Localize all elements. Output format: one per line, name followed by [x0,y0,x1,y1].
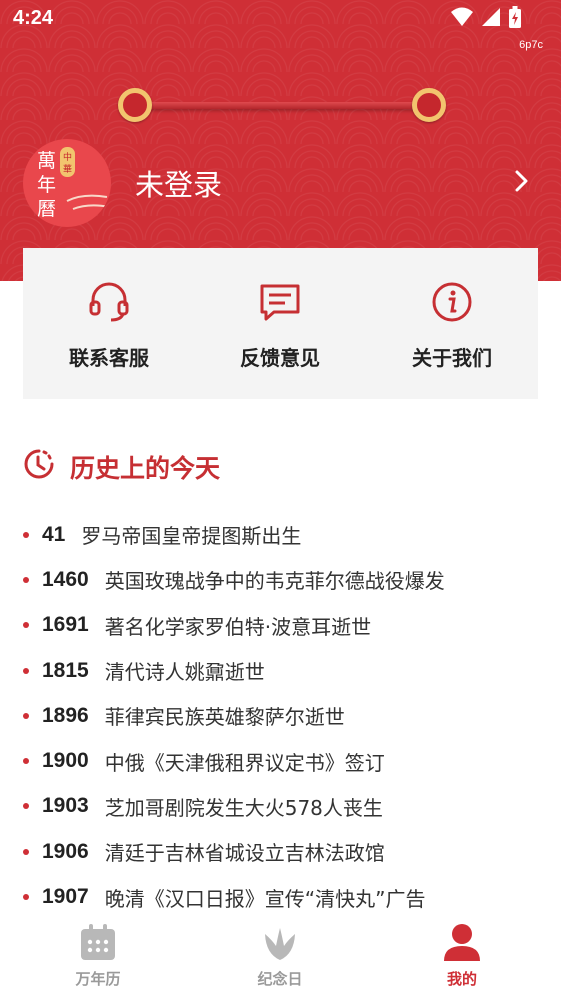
bullet-dot [23,894,29,901]
decorative-ribbon [118,88,446,122]
bullet-dot [23,667,29,674]
contact-service-button[interactable]: 联系客服 [23,278,195,371]
person-icon [444,924,480,961]
event-year: 1906 [42,839,89,863]
nav-tab-calendar[interactable]: 万年历 [38,922,158,989]
bullet-dot [23,576,29,583]
calendar-logo: 萬 年 曆 中 華 [37,147,110,220]
about-us-button[interactable]: 关于我们 [366,278,538,371]
login-status[interactable]: 未登录 [135,162,222,204]
event-year: 41 [42,522,66,546]
history-event[interactable]: 1691 著名化学家罗伯特·波意耳逝世 [22,603,552,648]
signal-icon [482,8,500,26]
event-year: 1815 [42,658,89,682]
history-title: 历史上的今天 [70,454,221,483]
headset-icon [89,282,129,322]
bullet-dot [23,848,29,855]
bullet-dot [23,803,29,810]
history-header: 历史上的今天 [22,447,220,483]
avatar-char-1: 萬 [37,150,56,172]
calendar-icon [81,924,115,960]
ribbon-ring-right [412,88,446,122]
history-event[interactable]: 1896 菲律宾民族英雄黎萨尔逝世 [22,693,552,738]
wifi-icon [451,7,473,26]
svg-text:華: 華 [63,163,72,175]
flower-icon [265,928,295,960]
event-year: 1896 [42,703,89,727]
history-event[interactable]: 41 罗马帝国皇帝提图斯出生 [22,512,552,557]
status-tag: 6p7c [519,39,543,51]
event-text: 菲律宾民族英雄黎萨尔逝世 [104,705,345,730]
event-text: 中俄《天津俄租界议定书》签订 [104,750,385,775]
status-bar: 4:24 6p7c [0,0,561,51]
bullet-dot [23,622,29,629]
event-year: 1900 [42,749,89,773]
service-label: 联系客服 [69,346,149,370]
history-event[interactable]: 1900 中俄《天津俄租界议定书》签订 [22,738,552,783]
event-year: 1691 [42,613,89,637]
feedback-button[interactable]: 反馈意见 [194,278,366,371]
history-event[interactable]: 1815 清代诗人姚鼐逝世 [22,648,552,693]
nav-label: 纪念日 [257,970,303,988]
chevron-right-icon[interactable] [512,170,532,192]
event-text: 著名化学家罗伯特·波意耳逝世 [104,614,372,639]
event-year: 1903 [42,794,89,818]
bullet-dot [23,531,29,538]
ribbon-ring-left [118,88,152,122]
avatar-char-2: 年 [37,174,56,196]
bullet-dot [23,712,29,719]
service-label: 反馈意见 [240,346,320,370]
event-text: 芝加哥剧院发生大火578人丧生 [104,795,383,820]
event-text: 英国玫瑰战争中的韦克菲尔德战役爆发 [104,569,445,594]
event-text: 晚清《汉口日报》宣传“清快丸”广告 [104,886,426,911]
status-icons [451,6,521,28]
profile-header: 4:24 6p7c 萬 年 曆 中 華 未登录 [0,0,561,281]
battery-charging-icon [509,6,521,28]
nav-label: 我的 [446,970,477,988]
clock-icon [24,449,54,479]
history-event[interactable]: 1903 芝加哥剧院发生大火578人丧生 [22,784,552,829]
avatar-char-3: 曆 [37,198,56,220]
event-text: 清代诗人姚鼐逝世 [104,660,265,685]
nav-tab-mine[interactable]: 我的 [402,922,522,989]
feedback-icon [260,284,300,321]
service-card: 联系客服 反馈意见 关于我们 [23,248,538,399]
history-event[interactable]: 1907 晚清《汉口日报》宣传“清快丸”广告 [22,874,552,919]
info-icon [432,282,472,322]
history-event[interactable]: 1460 英国玫瑰战争中的韦克菲尔德战役爆发 [22,557,552,602]
service-label: 关于我们 [412,346,492,370]
avatar[interactable]: 萬 年 曆 中 華 [23,139,111,227]
bullet-dot [23,758,29,765]
status-time: 4:24 [13,7,54,29]
event-text: 罗马帝国皇帝提图斯出生 [81,524,302,549]
event-text: 清廷于吉林省城设立吉林法政馆 [104,841,385,866]
svg-text:中: 中 [63,151,72,163]
bottom-nav: 万年历 纪念日 我的 [0,914,561,999]
nav-label: 万年历 [75,970,121,988]
event-year: 1907 [42,885,89,909]
event-year: 1460 [42,567,89,591]
nav-tab-anniversary[interactable]: 纪念日 [220,922,340,989]
history-event[interactable]: 1906 清廷于吉林省城设立吉林法政馆 [22,829,552,874]
history-list: 41 罗马帝国皇帝提图斯出生 1460 英国玫瑰战争中的韦克菲尔德战役爆发 1691 著名… [22,512,552,920]
